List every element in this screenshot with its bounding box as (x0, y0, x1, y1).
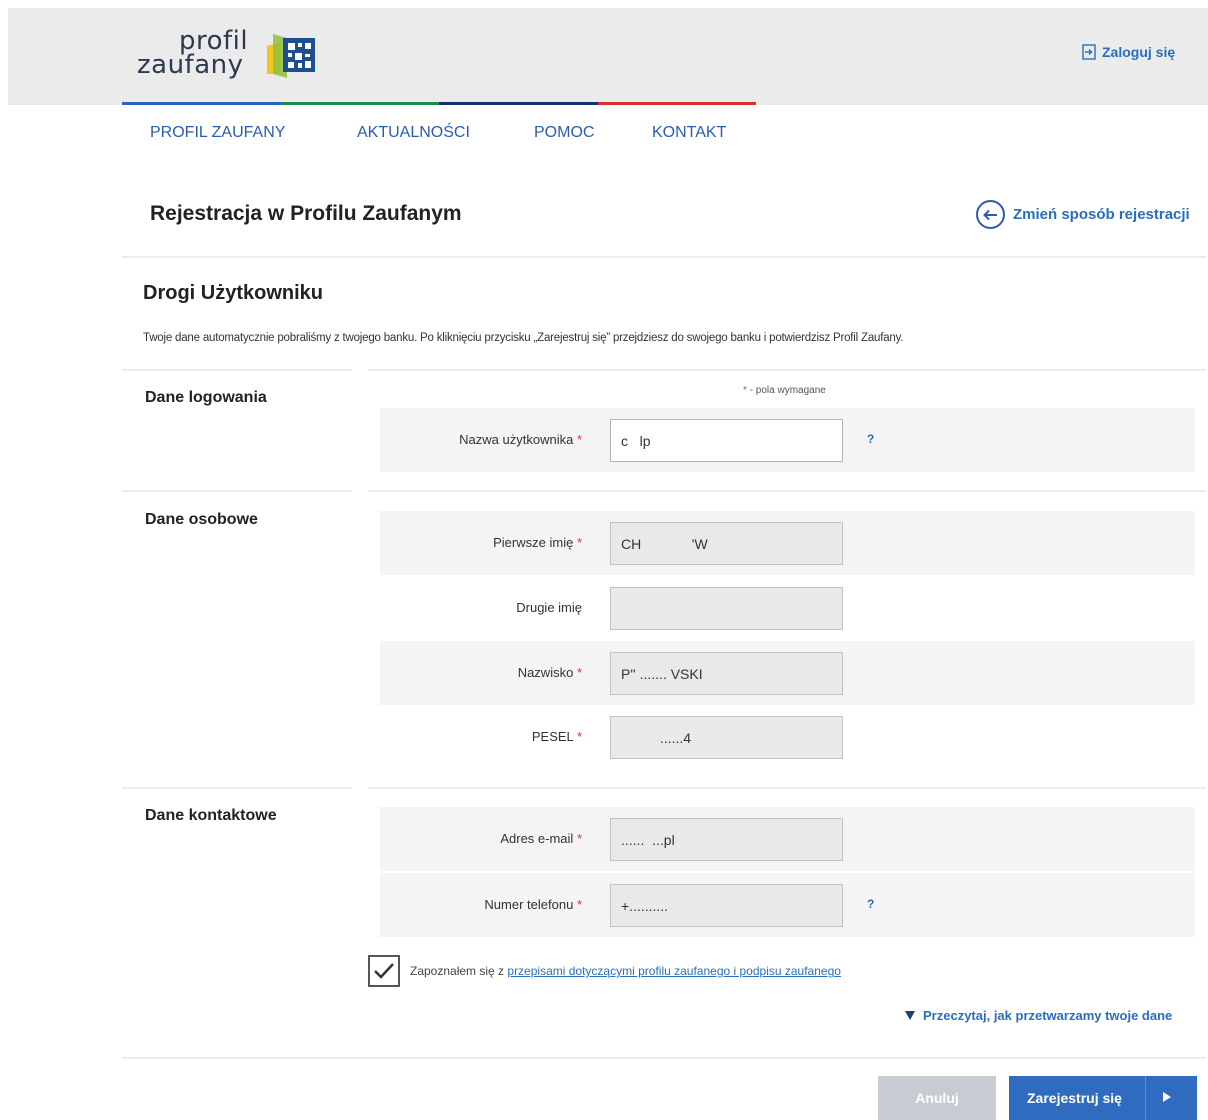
required-star: * (576, 831, 582, 846)
username-row: Nazwa użytkownika * ? (380, 408, 1195, 472)
nav-bar-red (597, 102, 756, 105)
phone-row: Numer telefonu * ? (380, 873, 1195, 937)
nav-bar-blue (122, 102, 281, 105)
greeting-heading: Drogi Użytkowniku (143, 282, 324, 304)
section-label-personal: Dane osobowe (145, 511, 258, 528)
email-input (610, 818, 843, 861)
footer-divider (122, 1057, 1206, 1059)
username-label: Nazwa użytkownika * (459, 432, 582, 447)
section-label-contact: Dane kontaktowe (145, 807, 277, 824)
nav-bar-green (280, 102, 439, 105)
consent-checkbox[interactable] (368, 955, 400, 987)
nav-item-kontakt[interactable]: KONTAKT (652, 124, 726, 142)
nav-bar-navy (439, 102, 598, 105)
main-nav: PROFIL ZAUFANY AKTUALNOŚCI POMOC KONTAKT (150, 124, 726, 142)
required-note-text: - pola wymagane (749, 385, 826, 396)
regulations-link[interactable]: przepisami dotyczącymi profilu zaufanego… (507, 964, 841, 978)
nav-item-profil-zaufany[interactable]: PROFIL ZAUFANY (150, 124, 357, 142)
section-divider-right-2 (368, 490, 1206, 492)
pesel-row: PESEL * (380, 705, 1195, 769)
required-star: * (576, 432, 582, 447)
consent-row: Zapoznałem się z przepisami dotyczącymi … (368, 955, 841, 987)
page-title: Rejestracja w Profilu Zaufanym (150, 202, 462, 225)
caret-down-icon (905, 1011, 915, 1020)
username-help-icon[interactable]: ? (867, 432, 874, 446)
title-divider (122, 256, 1206, 258)
section-divider-right-1 (368, 369, 1206, 371)
nav-item-pomoc[interactable]: POMOC (534, 124, 652, 142)
register-button-label: Zarejestruj się (1027, 1090, 1122, 1106)
back-arrow-icon (976, 200, 1005, 229)
first-name-input (610, 522, 843, 565)
email-label-text: Adres e-mail (500, 831, 574, 846)
phone-help-icon[interactable]: ? (867, 897, 874, 911)
privacy-link[interactable]: Przeczytaj, jak przetwarzamy twoje dane (905, 1008, 1172, 1023)
email-row: Adres e-mail * (380, 807, 1195, 871)
required-star: * (576, 897, 582, 912)
email-label: Adres e-mail * (500, 831, 582, 846)
second-name-row: Drugie imię (380, 576, 1195, 640)
consent-prefix: Zapoznałem się z (410, 964, 508, 978)
surname-label: Nazwisko * (518, 665, 582, 680)
surname-input (610, 652, 843, 695)
username-label-text: Nazwa użytkownika (459, 432, 574, 447)
surname-row: Nazwisko * (380, 641, 1195, 705)
phone-label: Numer telefonu * (484, 897, 582, 912)
change-method-label: Zmień sposób rejestracji (1013, 206, 1190, 223)
second-name-label: Drugie imię (516, 600, 582, 615)
second-name-label-text: Drugie imię (516, 600, 582, 615)
pesel-label: PESEL * (532, 729, 582, 744)
required-star: * (576, 535, 582, 550)
play-arrow-icon (1163, 1092, 1171, 1102)
phone-label-text: Numer telefonu (484, 897, 574, 912)
register-button-separator (1145, 1076, 1146, 1120)
section-label-login: Dane logowania (145, 389, 267, 406)
section-divider-left-3 (122, 787, 352, 789)
username-input[interactable] (610, 419, 843, 462)
first-name-label-text: Pierwsze imię (493, 535, 574, 550)
phone-input (610, 884, 843, 927)
nav-item-aktualnosci[interactable]: AKTUALNOŚCI (357, 124, 534, 142)
required-star: * (576, 729, 582, 744)
privacy-link-label: Przeczytaj, jak przetwarzamy twoje dane (923, 1008, 1173, 1023)
section-divider-left-2 (122, 490, 352, 492)
login-link[interactable]: Zaloguj się (1082, 44, 1175, 60)
cancel-button[interactable]: Anuluj (878, 1076, 996, 1120)
logo-badge-icon (267, 34, 315, 78)
pesel-label-text: PESEL (531, 729, 574, 744)
first-name-label: Pierwsze imię * (493, 535, 582, 550)
checkmark-icon (374, 963, 394, 979)
register-button[interactable]: Zarejestruj się (1009, 1076, 1197, 1120)
second-name-input (610, 587, 843, 630)
required-fields-note: * - pola wymagane (743, 385, 826, 396)
first-name-row: Pierwsze imię * (380, 511, 1195, 575)
change-registration-method-link[interactable]: Zmień sposób rejestracji (976, 200, 1190, 229)
logo-line-2: zaufany (137, 50, 244, 80)
login-label: Zaloguj się (1102, 44, 1176, 60)
section-divider-right-3 (368, 787, 1206, 789)
required-star: * (576, 665, 582, 680)
section-divider-left-1 (122, 369, 352, 371)
nav-color-bar (122, 102, 756, 105)
profil-zaufany-logo[interactable]: profil zaufany (137, 26, 337, 86)
pesel-input (610, 716, 843, 759)
login-icon (1082, 44, 1096, 60)
intro-text: Twoje dane automatycznie pobraliśmy z tw… (143, 332, 904, 344)
required-star: * (743, 385, 747, 396)
consent-text: Zapoznałem się z przepisami dotyczącymi … (410, 964, 841, 978)
surname-label-text: Nazwisko (517, 665, 574, 680)
